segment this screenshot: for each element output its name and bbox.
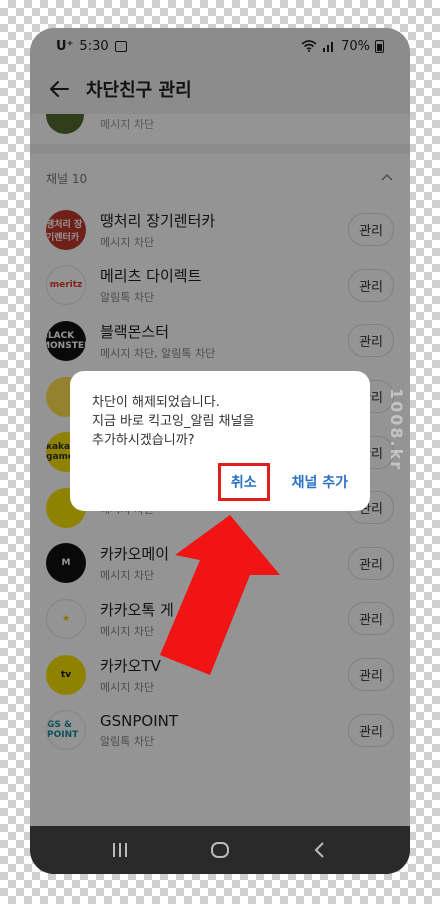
back-icon[interactable] [309,839,331,861]
dialog-line-1: 차단이 해제되었습니다. [92,395,220,410]
pointer-arrow-icon [160,515,280,675]
watermark-text: 1008.kr [387,388,406,472]
cancel-highlight-box: 취소 [217,463,270,501]
recent-apps-icon[interactable] [109,839,131,861]
cancel-button[interactable]: 취소 [231,472,257,492]
confirm-dialog: 차단이 해제되었습니다. 지금 바로 킥고잉_알림 채널을 추가하시겠습니까? … [70,371,370,511]
dialog-line-2: 지금 바로 킥고잉_알림 채널을 [92,414,255,429]
dialog-line-3: 추가하시겠습니까? [92,433,195,448]
system-navigation-bar [30,826,410,874]
home-icon[interactable] [209,839,231,861]
add-channel-button[interactable]: 채널 추가 [292,472,348,492]
dialog-message: 차단이 해제되었습니다. 지금 바로 킥고잉_알림 채널을 추가하시겠습니까? [92,393,348,450]
